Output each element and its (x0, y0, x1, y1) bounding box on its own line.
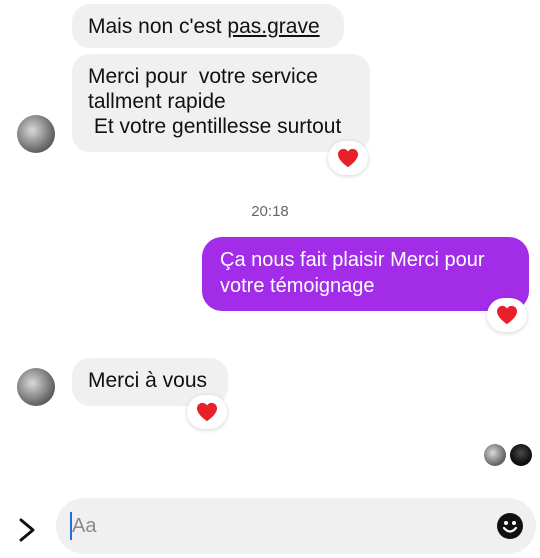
message-line: votre témoignage (220, 275, 375, 297)
heart-icon (497, 305, 517, 325)
message-text: Mais non c'est pas.grave (88, 15, 320, 38)
chevron-right-icon[interactable] (16, 517, 38, 543)
message-bubble-incoming[interactable]: Merci pour votre service tallment rapide… (72, 54, 370, 152)
emoji-icon[interactable] (496, 512, 524, 540)
message-line: Merci à vous (88, 369, 208, 392)
message-bubble-outgoing[interactable]: Ça nous fait plaisir Merci pour votre té… (202, 237, 529, 311)
message-reaction[interactable] (328, 141, 368, 175)
message-line: Merci pour votre service (88, 65, 318, 88)
heart-icon (197, 402, 217, 422)
contact-avatar[interactable] (17, 368, 55, 406)
message-line: Et votre gentillesse surtout (88, 115, 342, 138)
seen-avatar (484, 444, 506, 466)
contact-avatar[interactable] (17, 115, 55, 153)
message-line: tallment rapide (88, 90, 226, 113)
message-reaction[interactable] (487, 298, 527, 332)
message-reaction[interactable] (187, 395, 227, 429)
message-composer (56, 498, 536, 554)
message-timestamp: 20:18 (251, 203, 289, 220)
message-line: Ça nous fait plaisir Merci pour (220, 249, 485, 271)
underlined-text: pas.grave (227, 15, 320, 38)
heart-icon (338, 148, 358, 168)
seen-avatar (510, 444, 532, 466)
message-input[interactable] (72, 513, 472, 539)
message-bubble-incoming[interactable]: Mais non c'est pas.grave (72, 4, 344, 48)
